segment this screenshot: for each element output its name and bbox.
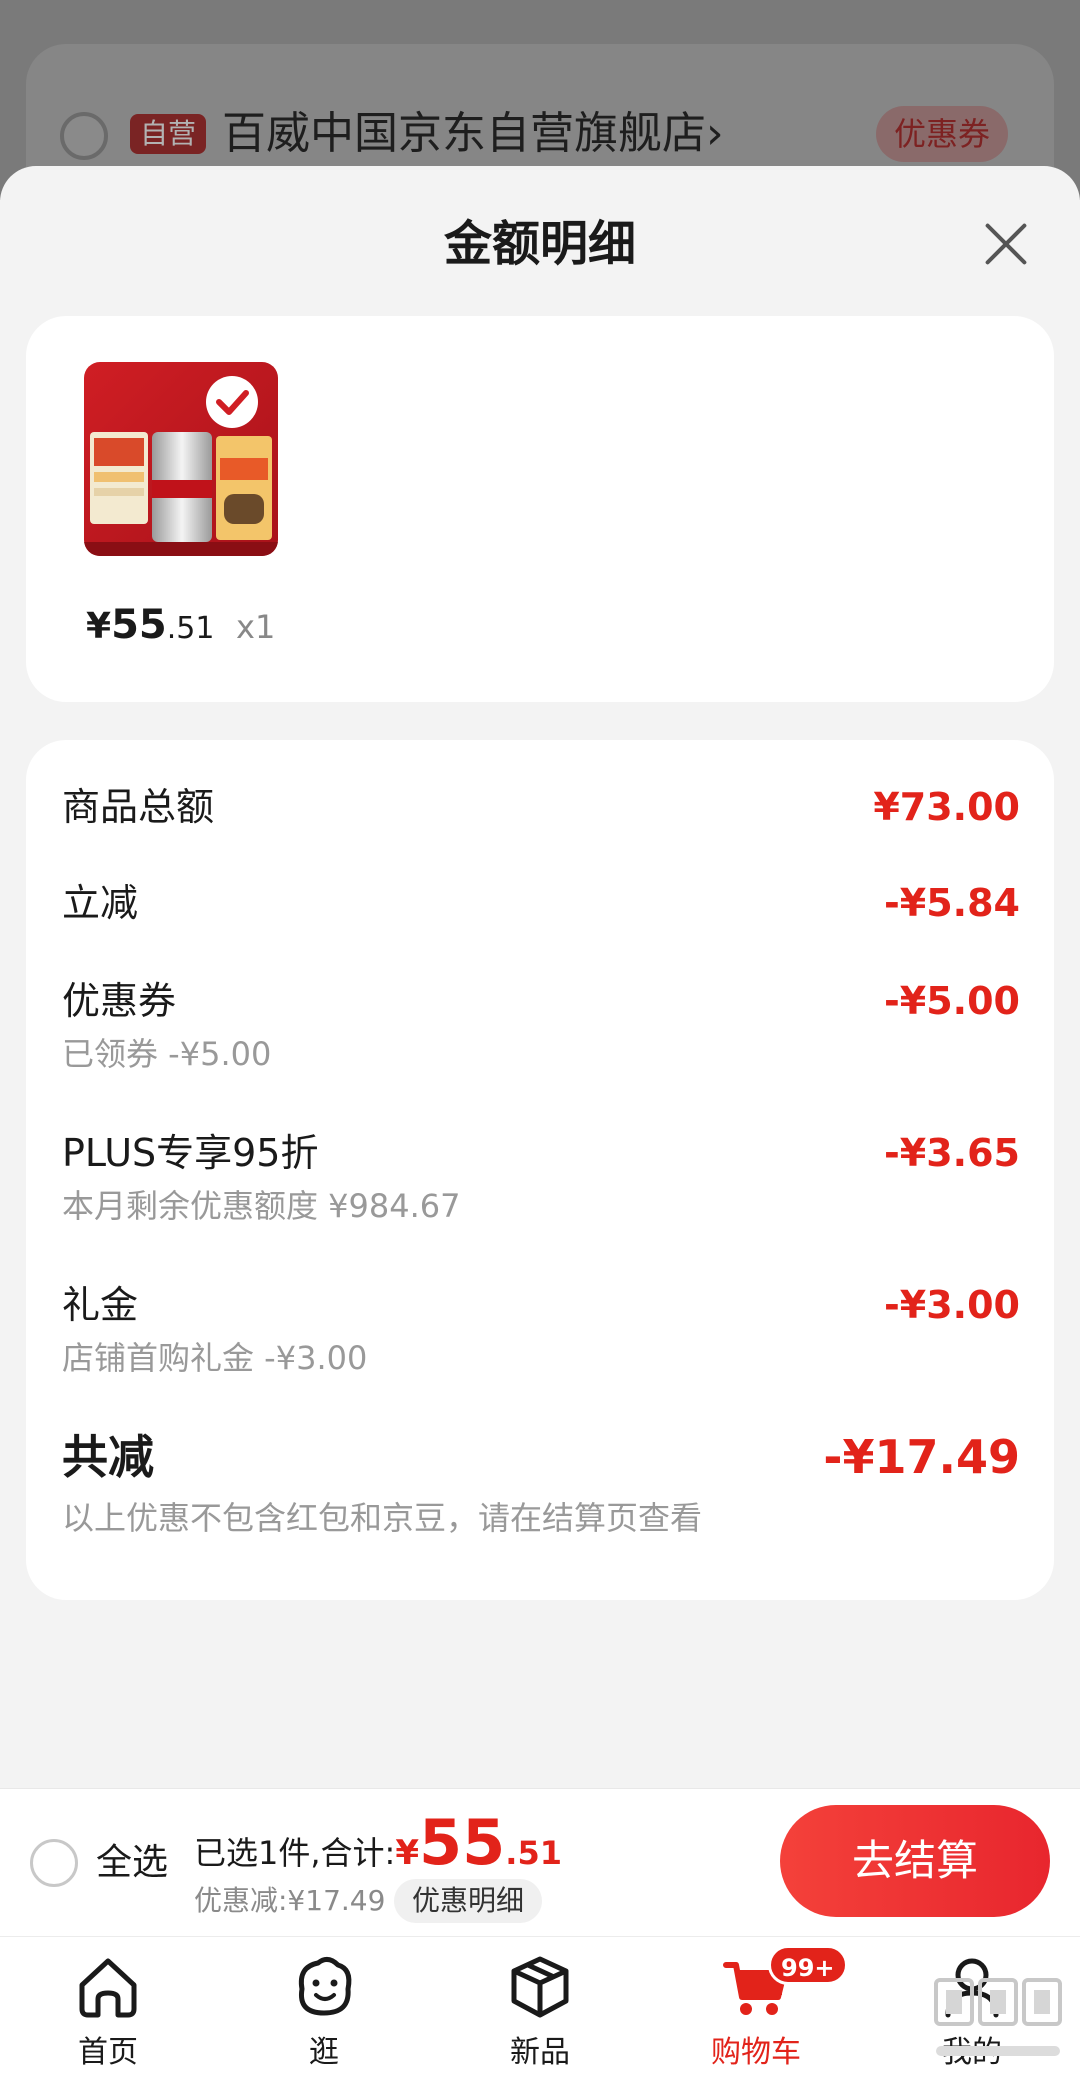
sum-symbol: ¥ — [395, 1833, 419, 1873]
tab-cart-label: 购物车 — [711, 2035, 801, 2070]
plus-discount-sub: 本月剩余优惠额度 ¥984.67 — [62, 1187, 461, 1225]
face-icon — [298, 1957, 352, 2016]
product-card: ¥55.51 x1 — [26, 316, 1054, 702]
goods-total-label: 商品总额 — [62, 785, 215, 829]
chevron-right-icon: › — [706, 108, 724, 159]
box-icon — [511, 1956, 569, 2018]
total-saved-label: 共减 — [62, 1430, 154, 1484]
tab-new-label: 新品 — [510, 2035, 570, 2070]
select-all-radio[interactable] — [30, 1839, 78, 1887]
sheet-title: 金额明细 — [443, 216, 636, 272]
product-quantity: x1 — [236, 608, 276, 646]
goods-total-value: ¥73.00 — [873, 785, 1020, 829]
product-price-dec: .51 — [166, 611, 215, 646]
amount-detail-card: 商品总额 ¥73.00 立减 -¥5.84 优惠券 -¥5.00 已领券 -¥5… — [26, 740, 1054, 1600]
plus-discount-label: PLUS专享95折 — [62, 1131, 319, 1175]
product-thumbnail[interactable] — [84, 362, 278, 556]
select-all-label[interactable]: 全选 — [96, 1837, 168, 1889]
coupon-value: -¥5.00 — [884, 979, 1020, 1023]
close-icon[interactable] — [974, 212, 1038, 276]
store-coupon-button[interactable]: 优惠券 — [876, 106, 1009, 162]
product-price-int: 55 — [111, 602, 167, 648]
saved-amount: 优惠减:¥17.49 — [194, 1884, 386, 1917]
gift-money-sub: 店铺首购礼金 -¥3.00 — [62, 1339, 368, 1377]
product-price: ¥55.51 — [86, 598, 214, 656]
selected-summary: 已选1件,合计:¥55.51 — [194, 1807, 562, 1889]
total-saved-value: -¥17.49 — [823, 1430, 1020, 1484]
tab-explore-label: 逛 — [309, 2035, 339, 2070]
gift-money-label: 礼金 — [62, 1283, 139, 1327]
tab-home-label: 首页 — [78, 2035, 138, 2070]
tab-home[interactable]: 首页 — [0, 1937, 216, 2086]
instant-discount-value: -¥5.84 — [884, 881, 1020, 925]
settle-bar: 全选 已选1件,合计:¥55.51 优惠减:¥17.49 优惠明细 去结算 — [0, 1788, 1080, 1936]
bottom-tab-bar: 首页 逛 新品 99+ 购物车 我的 — [0, 1936, 1080, 2086]
total-saved-note: 以上优惠不包含红包和京豆，请在结算页查看 — [62, 1499, 703, 1537]
gift-money-value: -¥3.00 — [884, 1283, 1020, 1327]
tab-cart[interactable]: 99+ 购物车 — [648, 1937, 864, 2086]
coupon-label: 优惠券 — [62, 979, 177, 1023]
coupon-sub: 已领券 -¥5.00 — [62, 1035, 272, 1073]
checkout-button[interactable]: 去结算 — [780, 1805, 1050, 1917]
store-name-text: 百威中国京东自营旗舰店 — [222, 108, 706, 159]
home-icon — [79, 1958, 137, 2018]
watermark-logo — [934, 1978, 1062, 2056]
tab-explore[interactable]: 逛 — [216, 1937, 432, 2086]
sum-dec: .51 — [505, 1834, 562, 1872]
sum-int: 55 — [419, 1806, 506, 1879]
store-select-radio[interactable] — [60, 112, 108, 160]
product-price-symbol: ¥ — [86, 606, 112, 647]
instant-discount-label: 立减 — [62, 881, 139, 925]
cart-count-badge: 99+ — [768, 1945, 848, 1985]
self-operated-tag: 自营 — [130, 114, 207, 154]
discount-detail-button[interactable]: 优惠明细 — [394, 1879, 543, 1923]
store-name[interactable]: 百威中国京东自营旗舰店› — [222, 104, 724, 164]
summary-prefix: 已选1件,合计: — [194, 1834, 396, 1872]
plus-discount-value: -¥3.65 — [884, 1131, 1020, 1175]
tab-new[interactable]: 新品 — [432, 1937, 648, 2086]
